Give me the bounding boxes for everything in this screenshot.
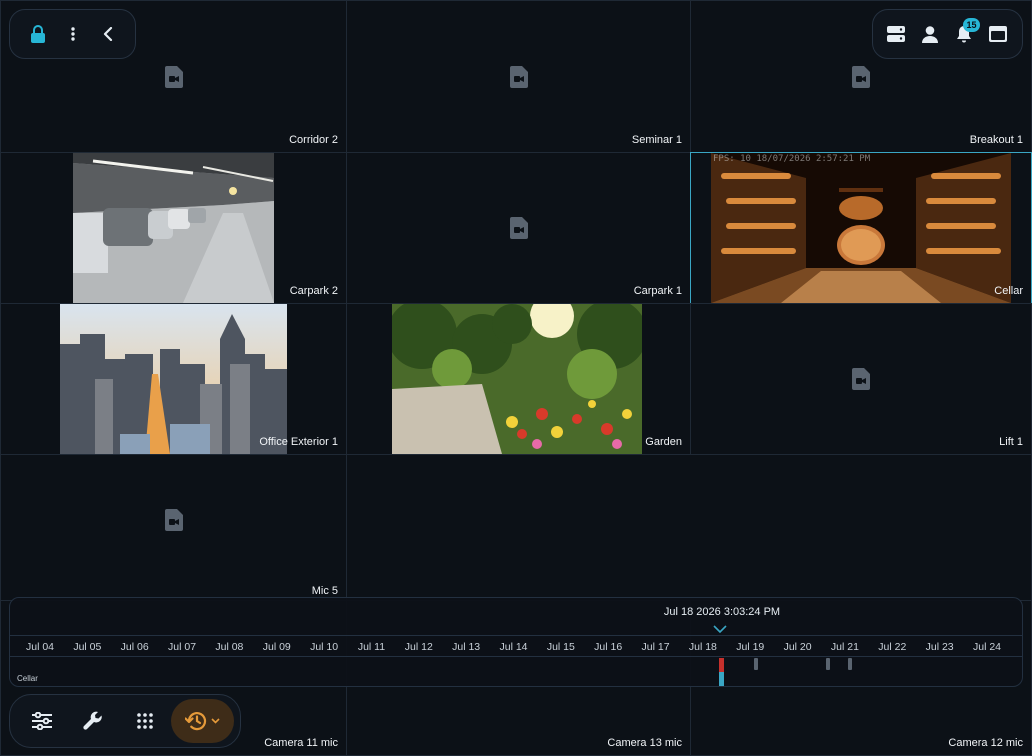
layout-button[interactable]: [119, 699, 171, 743]
timeline-tick-label: Jul 10: [310, 641, 339, 653]
history-icon: [184, 712, 207, 731]
lock-button[interactable]: [20, 15, 55, 53]
chevron-down-icon: [211, 718, 220, 724]
user-button[interactable]: [913, 15, 947, 53]
camera-tile-mic-5[interactable]: Mic 5: [0, 454, 347, 601]
timeline-tick-label: Jul 17: [641, 641, 670, 653]
no-video-icon: [509, 217, 528, 239]
timeline-tick-label: Jul 09: [262, 641, 291, 653]
timeline-tick-label: Jul 16: [594, 641, 623, 653]
lock-icon: [30, 25, 45, 43]
camera-tile-office-exterior-1[interactable]: Office Exterior 1: [0, 303, 347, 455]
user-icon: [922, 25, 938, 43]
camera-label: Camera 11 mic: [264, 737, 338, 749]
camera-label: Mic 5: [311, 585, 338, 597]
window-button[interactable]: [981, 15, 1015, 53]
office-exterior-video-feed: [60, 304, 287, 454]
tools-button[interactable]: [68, 699, 120, 743]
timeline-tick-label: Jul 14: [499, 641, 528, 653]
cellar-video-feed: [711, 153, 1011, 303]
camera-label: Carpark 1: [633, 285, 682, 297]
camera-tile-lift-1[interactable]: Lift 1: [690, 303, 1032, 455]
timeline-tick-label: Jul 20: [783, 641, 812, 653]
camera-label: Garden: [645, 436, 682, 448]
camera-tile-cellar[interactable]: FPS: 10 18/07/2026 2:57:21 PM Cellar: [690, 152, 1032, 304]
timeline-tick-label: Jul 06: [120, 641, 149, 653]
empty-tile: [346, 454, 1032, 601]
timeline-tick-label: Jul 19: [736, 641, 765, 653]
more-options-button[interactable]: [55, 15, 90, 53]
timeline-tick-label: Jul 22: [878, 641, 907, 653]
recording-event[interactable]: [754, 658, 758, 670]
video-osd-overlay: FPS: 10 18/07/2026 2:57:21 PM: [713, 154, 871, 164]
timeline-tick-label: Jul 23: [925, 641, 954, 653]
camera-label: Lift 1: [999, 436, 1023, 448]
timeline-tick-label: Jul 15: [546, 641, 575, 653]
playhead-marker[interactable]: [719, 658, 724, 672]
recording-event[interactable]: [826, 658, 830, 670]
carpark-video-feed: [73, 153, 274, 303]
top-right-toolbar: 15: [872, 9, 1023, 59]
timeline-tick-label: Jul 07: [168, 641, 197, 653]
back-button[interactable]: [90, 15, 125, 53]
camera-tile-carpark-1[interactable]: Carpark 1: [346, 152, 691, 304]
bottom-toolbar: [9, 694, 241, 748]
notifications-button[interactable]: 15: [947, 15, 981, 53]
camera-label: Office Exterior 1: [259, 436, 338, 448]
timeline-tick-label: Jul 24: [972, 641, 1002, 653]
no-video-icon: [852, 65, 870, 88]
camera-label: Cellar: [994, 285, 1023, 297]
camera-label: Corridor 2: [289, 134, 338, 146]
server-icon: [887, 26, 905, 42]
no-video-icon: [164, 65, 183, 88]
top-left-toolbar: [9, 9, 136, 59]
camera-label: Seminar 1: [631, 134, 682, 146]
camera-label: Camera 12 mic: [948, 737, 1023, 749]
sliders-icon: [31, 712, 52, 730]
grid-icon: [137, 713, 153, 729]
track-label: Cellar: [17, 674, 38, 683]
timeline-tick-label: Jul 08: [215, 641, 244, 653]
playhead-position: [719, 672, 724, 686]
window-icon: [989, 26, 1007, 42]
camera-tile-garden[interactable]: Garden: [346, 303, 691, 455]
no-video-icon: [852, 368, 870, 390]
recording-event[interactable]: [848, 658, 852, 670]
settings-button[interactable]: [16, 699, 68, 743]
no-video-icon: [164, 509, 183, 532]
wrench-icon: [83, 711, 103, 730]
history-mode-button[interactable]: [170, 699, 234, 743]
timeline-tick-label: Jul 05: [73, 641, 102, 653]
camera-label: Breakout 1: [969, 134, 1023, 146]
timeline-date-axis[interactable]: Jul 04 Jul 05 Jul 06 Jul 07 Jul 08 Jul 09 Jul …: [10, 635, 1022, 657]
timeline-tick-label: Jul 04: [25, 641, 55, 653]
timeline-tick-label: Jul 18: [688, 641, 717, 653]
timeline-tick-label: Jul 11: [357, 641, 386, 653]
servers-button[interactable]: [879, 15, 913, 53]
garden-video-feed: [387, 304, 647, 454]
camera-tile-seminar-1[interactable]: Seminar 1: [346, 0, 691, 153]
timeline-tick-label: Jul 12: [404, 641, 433, 653]
notification-count-badge: 15: [963, 18, 980, 32]
chevron-left-icon: [103, 27, 112, 41]
playback-timeline[interactable]: Jul 18 2026 3:03:24 PM Jul 04 Jul 05 Jul 0…: [9, 597, 1023, 687]
camera-label: Camera 13 mic: [607, 737, 682, 749]
camera-tile-carpark-2[interactable]: Carpark 2: [0, 152, 347, 304]
camera-label: Carpark 2: [289, 285, 338, 297]
more-vertical-icon: [70, 27, 75, 41]
timeline-track-cellar[interactable]: Cellar 1x: [10, 658, 1022, 686]
timeline-tick-label: Jul 13: [452, 641, 481, 653]
no-video-icon: [509, 65, 528, 88]
timeline-tick-label: Jul 21: [830, 641, 859, 653]
timeline-current-time: Jul 18 2026 3:03:24 PM: [663, 606, 781, 618]
